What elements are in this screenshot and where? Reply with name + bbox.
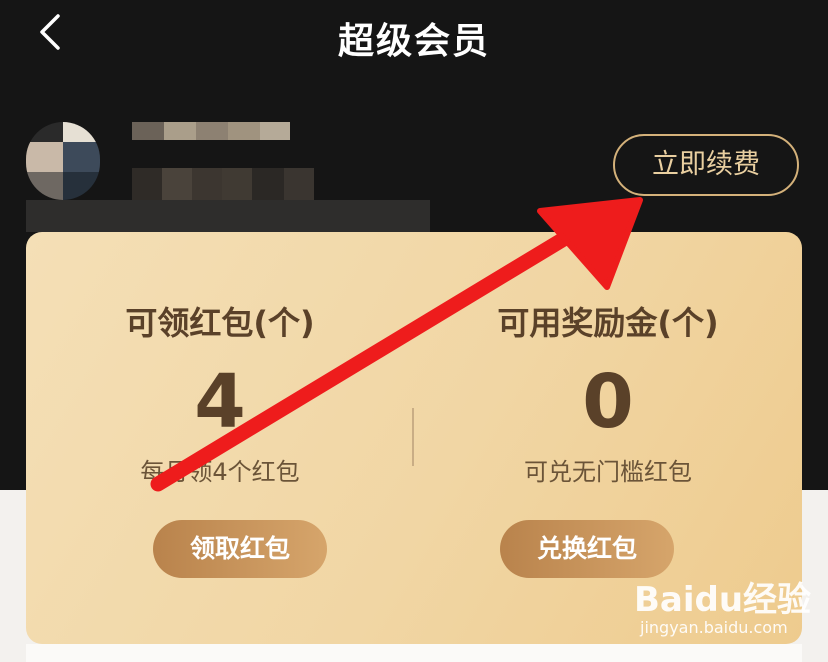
page-title: 超级会员 [337,21,490,62]
redeem-red-packet-button[interactable]: 兑换红包 [500,520,674,578]
baidu-watermark: Baidu经验 jingyan.baidu.com [634,572,824,642]
renew-button[interactable]: 立即续费 [613,134,799,196]
reward-subtext: 可兑无门槛红包 [524,458,692,486]
card-footer [26,644,802,662]
claim-red-packet-button[interactable]: 领取红包 [153,520,327,578]
red-packet-subtext: 每月领4个红包 [140,458,300,486]
red-packet-count: 4 [194,359,246,445]
red-packet-label: 可领红包(个) [125,304,315,342]
reward-label: 可用奖励金(个) [497,304,719,342]
avatar[interactable] [26,122,100,200]
reward-count: 0 [582,359,634,445]
baidu-logo: Baidu经验 [634,580,812,620]
baidu-domain: jingyan.baidu.com [640,618,788,637]
